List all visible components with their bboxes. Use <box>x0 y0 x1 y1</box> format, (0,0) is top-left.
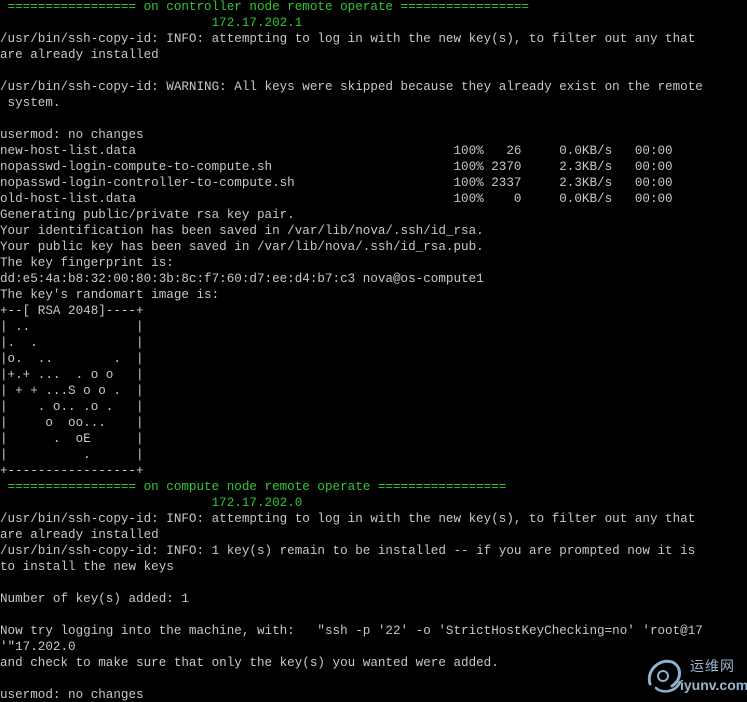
watermark-name: 运维网 <box>690 659 735 675</box>
terminal-line: system. <box>0 96 61 110</box>
terminal-line: | .. | <box>0 320 144 334</box>
terminal-line: Generating public/private rsa key pair. <box>0 208 295 222</box>
terminal-line: /usr/bin/ssh-copy-id: INFO: 1 key(s) rem… <box>0 544 696 558</box>
terminal-line: usermod: no changes <box>0 688 144 702</box>
terminal-line: | . | <box>0 448 144 462</box>
terminal-line: ================= on compute node remote… <box>0 480 507 494</box>
terminal-line: nopasswd-login-controller-to-compute.sh … <box>0 176 673 190</box>
terminal-line: +-----------------+ <box>0 464 144 478</box>
terminal-line: | + + ...S o o . | <box>0 384 144 398</box>
terminal-line: ================= on controller node rem… <box>0 0 530 14</box>
terminal-line: new-host-list.data 100% 26 0.0KB/s 00:00 <box>0 144 673 158</box>
terminal-line: are already installed <box>0 48 159 62</box>
terminal-line: 172.17.202.1 <box>0 16 303 30</box>
terminal-line: Now try logging into the machine, with: … <box>0 624 703 638</box>
terminal-line: old-host-list.data 100% 0 0.0KB/s 00:00 <box>0 192 673 206</box>
terminal-line: nopasswd-login-compute-to-compute.sh 100… <box>0 160 673 174</box>
terminal-line: and check to make sure that only the key… <box>0 656 499 670</box>
terminal-line: dd:e5:4a:b8:32:00:80:3b:8c:f7:60:d7:ee:d… <box>0 272 484 286</box>
terminal-line: usermod: no changes <box>0 128 144 142</box>
terminal-line: Your identification has been saved in /v… <box>0 224 484 238</box>
terminal-line: |. . | <box>0 336 144 350</box>
terminal-line: /usr/bin/ssh-copy-id: INFO: attempting t… <box>0 512 696 526</box>
watermark-url: iyunv.com <box>680 677 747 693</box>
terminal-window[interactable]: ================= on controller node rem… <box>0 0 747 702</box>
terminal-line: 172.17.202.0 <box>0 496 303 510</box>
terminal-line: The key's randomart image is: <box>0 288 220 302</box>
terminal-line: Number of key(s) added: 1 <box>0 592 189 606</box>
terminal-line: | o oo... | <box>0 416 144 430</box>
terminal-line: are already installed <box>0 528 159 542</box>
terminal-line: +--[ RSA 2048]----+ <box>0 304 144 318</box>
terminal-line: |o. .. . | <box>0 352 144 366</box>
terminal-line: The key fingerprint is: <box>0 256 174 270</box>
terminal-line: Your public key has been saved in /var/l… <box>0 240 484 254</box>
terminal-line: | . o.. .o . | <box>0 400 144 414</box>
terminal-line: |+.+ ... . o o | <box>0 368 144 382</box>
terminal-line: to install the new keys <box>0 560 174 574</box>
terminal-line: '"17.202.0 <box>0 640 76 654</box>
watermark: 运维网 iyunv.com <box>640 650 747 702</box>
terminal-line: /usr/bin/ssh-copy-id: INFO: attempting t… <box>0 32 696 46</box>
terminal-line: /usr/bin/ssh-copy-id: WARNING: All keys … <box>0 80 703 94</box>
terminal-line: | . oE | <box>0 432 144 446</box>
